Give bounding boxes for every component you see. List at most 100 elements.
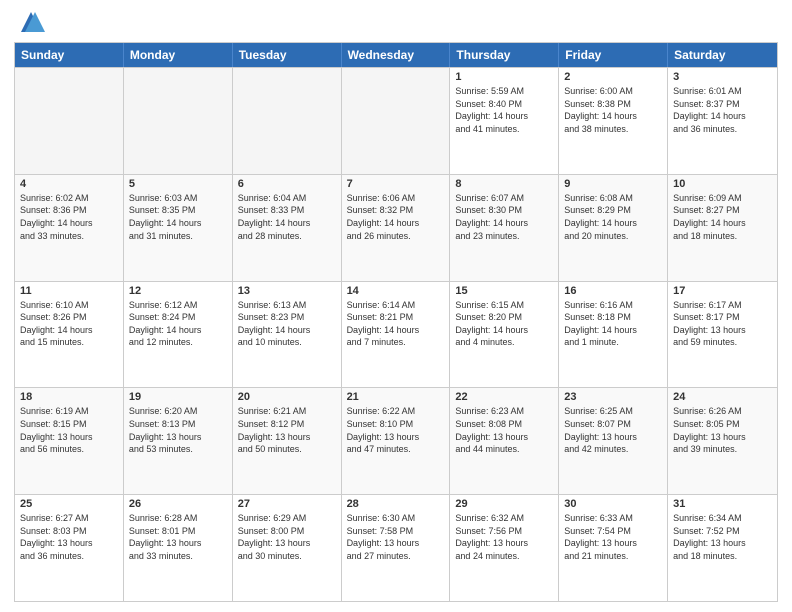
day-number: 26 <box>129 498 227 510</box>
day-number: 1 <box>455 71 553 83</box>
cal-cell: 29 Sunrise: 6:32 AM Sunset: 7:56 PM Dayli… <box>450 495 559 601</box>
cal-week: 11 Sunrise: 6:10 AM Sunset: 8:26 PM Dayli… <box>15 281 777 388</box>
calendar-header: SundayMondayTuesdayWednesdayThursdayFrid… <box>15 43 777 67</box>
day-info: Sunrise: 6:25 AM Sunset: 8:07 PM Dayligh… <box>564 405 662 455</box>
day-number: 8 <box>455 178 553 190</box>
page: SundayMondayTuesdayWednesdayThursdayFrid… <box>0 0 792 612</box>
cal-header-cell: Sunday <box>15 43 124 67</box>
cal-cell: 27Sunrise: 6:29 AM Sunset: 8:00 PM Dayli… <box>233 495 342 601</box>
day-info: Sunrise: 6:08 AM Sunset: 8:29 PM Dayligh… <box>564 192 662 242</box>
logo-icon <box>17 8 45 36</box>
day-info: Sunrise: 6:16 AM Sunset: 8:18 PM Dayligh… <box>564 299 662 349</box>
day-info: Sunrise: 6:32 AM Sunset: 7:56 PM Dayligh… <box>455 512 553 562</box>
day-number: 10 <box>673 178 772 190</box>
day-info: Sunrise: 5:59 AM Sunset: 8:40 PM Dayligh… <box>455 85 553 135</box>
cal-cell: 10 Sunrise: 6:09 AM Sunset: 8:27 PM Dayli… <box>668 175 777 281</box>
day-info: Sunrise: 6:22 AM Sunset: 8:10 PM Dayligh… <box>347 405 445 455</box>
day-info: Sunrise: 6:09 AM Sunset: 8:27 PM Dayligh… <box>673 192 772 242</box>
day-number: 11 <box>20 285 118 297</box>
day-number: 22 <box>455 391 553 403</box>
cal-cell: 19 Sunrise: 6:20 AM Sunset: 8:13 PM Dayli… <box>124 388 233 494</box>
day-number: 18 <box>20 391 118 403</box>
cal-cell: 23 Sunrise: 6:25 AM Sunset: 8:07 PM Dayli… <box>559 388 668 494</box>
day-info: Sunrise: 6:26 AM Sunset: 8:05 PM Dayligh… <box>673 405 772 455</box>
day-number: 24 <box>673 391 772 403</box>
cal-cell: 14Sunrise: 6:14 AM Sunset: 8:21 PM Dayli… <box>342 282 451 388</box>
cal-cell <box>342 68 451 174</box>
day-info: Sunrise: 6:34 AM Sunset: 7:52 PM Dayligh… <box>673 512 772 562</box>
cal-cell: 11 Sunrise: 6:10 AM Sunset: 8:26 PM Dayli… <box>15 282 124 388</box>
day-number: 17 <box>673 285 772 297</box>
day-info: Sunrise: 6:02 AM Sunset: 8:36 PM Dayligh… <box>20 192 118 242</box>
cal-cell: 30 Sunrise: 6:33 AM Sunset: 7:54 PM Dayli… <box>559 495 668 601</box>
cal-header-cell: Monday <box>124 43 233 67</box>
cal-week: 18Sunrise: 6:19 AM Sunset: 8:15 PM Dayli… <box>15 387 777 494</box>
cal-cell: 31Sunrise: 6:34 AM Sunset: 7:52 PM Dayli… <box>668 495 777 601</box>
cal-cell: 7Sunrise: 6:06 AM Sunset: 8:32 PM Daylig… <box>342 175 451 281</box>
day-number: 16 <box>564 285 662 297</box>
day-info: Sunrise: 6:00 AM Sunset: 8:38 PM Dayligh… <box>564 85 662 135</box>
logo-area <box>14 10 45 36</box>
day-number: 4 <box>20 178 118 190</box>
day-number: 15 <box>455 285 553 297</box>
cal-cell: 4 Sunrise: 6:02 AM Sunset: 8:36 PM Daylig… <box>15 175 124 281</box>
cal-header-cell: Friday <box>559 43 668 67</box>
day-info: Sunrise: 6:04 AM Sunset: 8:33 PM Dayligh… <box>238 192 336 242</box>
day-info: Sunrise: 6:12 AM Sunset: 8:24 PM Dayligh… <box>129 299 227 349</box>
cal-cell: 24 Sunrise: 6:26 AM Sunset: 8:05 PM Dayli… <box>668 388 777 494</box>
cal-cell: 8 Sunrise: 6:07 AM Sunset: 8:30 PM Daylig… <box>450 175 559 281</box>
day-number: 19 <box>129 391 227 403</box>
cal-cell: 3Sunrise: 6:01 AM Sunset: 8:37 PM Daylig… <box>668 68 777 174</box>
cal-cell: 2 Sunrise: 6:00 AM Sunset: 8:38 PM Daylig… <box>559 68 668 174</box>
day-info: Sunrise: 6:30 AM Sunset: 7:58 PM Dayligh… <box>347 512 445 562</box>
day-number: 25 <box>20 498 118 510</box>
cal-cell: 25 Sunrise: 6:27 AM Sunset: 8:03 PM Dayli… <box>15 495 124 601</box>
cal-week: 1 Sunrise: 5:59 AM Sunset: 8:40 PM Daylig… <box>15 67 777 174</box>
calendar: SundayMondayTuesdayWednesdayThursdayFrid… <box>14 42 778 602</box>
day-number: 14 <box>347 285 445 297</box>
cal-cell: 13 Sunrise: 6:13 AM Sunset: 8:23 PM Dayli… <box>233 282 342 388</box>
cal-cell: 9 Sunrise: 6:08 AM Sunset: 8:29 PM Daylig… <box>559 175 668 281</box>
day-info: Sunrise: 6:06 AM Sunset: 8:32 PM Dayligh… <box>347 192 445 242</box>
cal-cell: 16 Sunrise: 6:16 AM Sunset: 8:18 PM Dayli… <box>559 282 668 388</box>
day-info: Sunrise: 6:07 AM Sunset: 8:30 PM Dayligh… <box>455 192 553 242</box>
day-info: Sunrise: 6:20 AM Sunset: 8:13 PM Dayligh… <box>129 405 227 455</box>
cal-cell <box>15 68 124 174</box>
cal-cell: 6 Sunrise: 6:04 AM Sunset: 8:33 PM Daylig… <box>233 175 342 281</box>
cal-week: 4 Sunrise: 6:02 AM Sunset: 8:36 PM Daylig… <box>15 174 777 281</box>
day-info: Sunrise: 6:01 AM Sunset: 8:37 PM Dayligh… <box>673 85 772 135</box>
day-number: 6 <box>238 178 336 190</box>
cal-cell: 15 Sunrise: 6:15 AM Sunset: 8:20 PM Dayli… <box>450 282 559 388</box>
cal-cell: 21 Sunrise: 6:22 AM Sunset: 8:10 PM Dayli… <box>342 388 451 494</box>
cal-cell <box>233 68 342 174</box>
cal-header-cell: Wednesday <box>342 43 451 67</box>
day-info: Sunrise: 6:15 AM Sunset: 8:20 PM Dayligh… <box>455 299 553 349</box>
day-info: Sunrise: 6:33 AM Sunset: 7:54 PM Dayligh… <box>564 512 662 562</box>
header <box>14 10 778 36</box>
day-info: Sunrise: 6:10 AM Sunset: 8:26 PM Dayligh… <box>20 299 118 349</box>
cal-cell: 1 Sunrise: 5:59 AM Sunset: 8:40 PM Daylig… <box>450 68 559 174</box>
day-info: Sunrise: 6:27 AM Sunset: 8:03 PM Dayligh… <box>20 512 118 562</box>
calendar-body: 1 Sunrise: 5:59 AM Sunset: 8:40 PM Daylig… <box>15 67 777 601</box>
day-info: Sunrise: 6:13 AM Sunset: 8:23 PM Dayligh… <box>238 299 336 349</box>
day-number: 29 <box>455 498 553 510</box>
day-number: 30 <box>564 498 662 510</box>
day-number: 9 <box>564 178 662 190</box>
day-number: 20 <box>238 391 336 403</box>
day-number: 23 <box>564 391 662 403</box>
day-info: Sunrise: 6:29 AM Sunset: 8:00 PM Dayligh… <box>238 512 336 562</box>
day-number: 5 <box>129 178 227 190</box>
cal-cell: 20 Sunrise: 6:21 AM Sunset: 8:12 PM Dayli… <box>233 388 342 494</box>
day-info: Sunrise: 6:23 AM Sunset: 8:08 PM Dayligh… <box>455 405 553 455</box>
day-number: 2 <box>564 71 662 83</box>
cal-cell: 28Sunrise: 6:30 AM Sunset: 7:58 PM Dayli… <box>342 495 451 601</box>
cal-cell: 5Sunrise: 6:03 AM Sunset: 8:35 PM Daylig… <box>124 175 233 281</box>
day-number: 21 <box>347 391 445 403</box>
cal-cell: 17 Sunrise: 6:17 AM Sunset: 8:17 PM Dayli… <box>668 282 777 388</box>
cal-header-cell: Tuesday <box>233 43 342 67</box>
day-info: Sunrise: 6:21 AM Sunset: 8:12 PM Dayligh… <box>238 405 336 455</box>
day-number: 13 <box>238 285 336 297</box>
day-info: Sunrise: 6:17 AM Sunset: 8:17 PM Dayligh… <box>673 299 772 349</box>
cal-cell: 26Sunrise: 6:28 AM Sunset: 8:01 PM Dayli… <box>124 495 233 601</box>
cal-cell: 22 Sunrise: 6:23 AM Sunset: 8:08 PM Dayli… <box>450 388 559 494</box>
